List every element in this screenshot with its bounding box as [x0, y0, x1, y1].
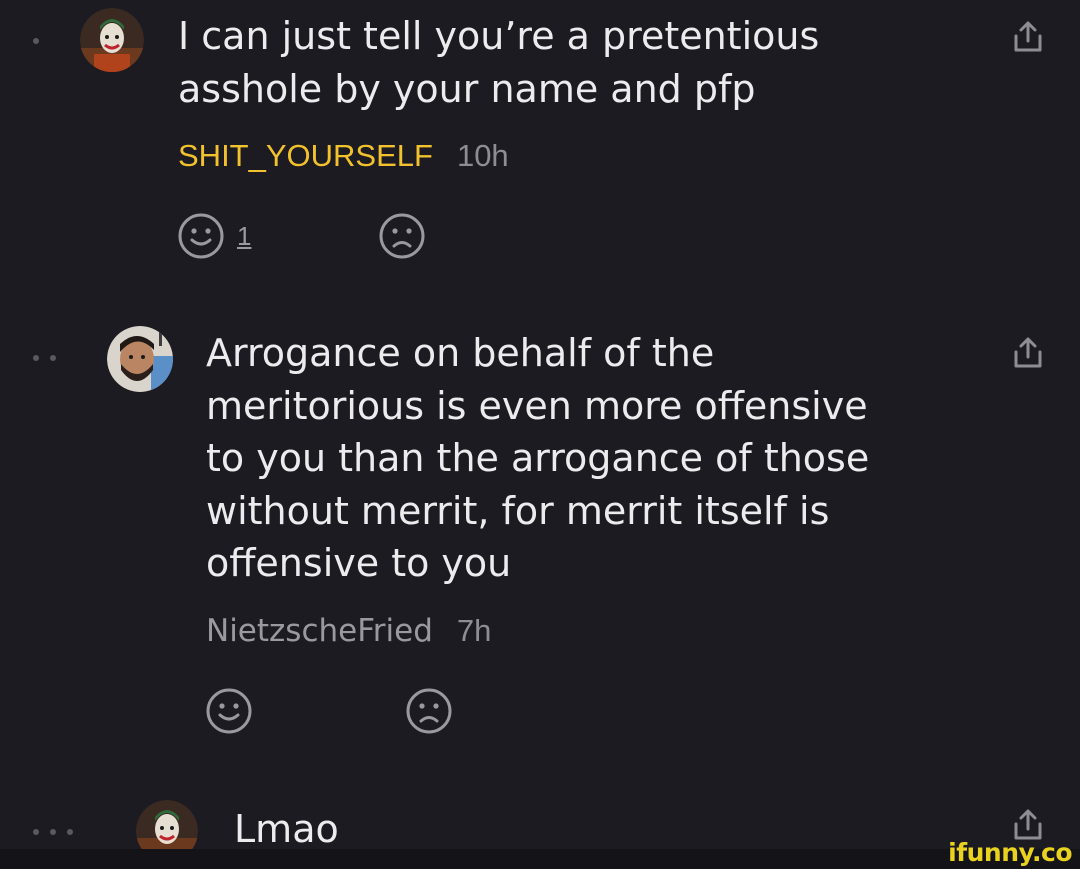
smile-icon: [206, 688, 252, 734]
frown-icon: [406, 688, 452, 734]
watermark-logo: ifunny.co: [948, 838, 1072, 867]
thread-depth-indicator: [33, 829, 73, 835]
thread-depth-indicator: [33, 38, 39, 44]
share-button[interactable]: [1011, 336, 1045, 374]
comment-thread: I can just tell you’re a pretentious ass…: [0, 0, 1080, 869]
comment-text: Arrogance on behalf of the meritorious i…: [206, 331, 870, 585]
frown-button[interactable]: [378, 212, 426, 260]
comment-time: 10h: [456, 138, 509, 173]
share-button[interactable]: [1011, 20, 1045, 58]
smile-icon: [178, 213, 224, 259]
comment-meta: NietzscheFried 7h: [206, 613, 491, 649]
frown-icon: [379, 213, 425, 259]
avatar-image: [80, 8, 144, 72]
avatar-image: [107, 326, 173, 392]
comment-author[interactable]: NietzscheFried: [206, 613, 433, 649]
smile-button[interactable]: [205, 687, 253, 735]
frown-button[interactable]: [405, 687, 453, 735]
comment-meta: SHIT_YOURSELF 10h: [178, 138, 509, 174]
bottom-bar: [0, 849, 1080, 869]
comment-text: I can just tell you’re a pretentious ass…: [178, 14, 820, 111]
avatar[interactable]: [107, 326, 173, 392]
smile-button[interactable]: 1: [177, 212, 251, 260]
comment-text: Lmao: [234, 807, 339, 851]
share-icon: [1014, 337, 1042, 368]
thread-depth-indicator: [33, 355, 56, 361]
smile-count[interactable]: 1: [237, 221, 251, 252]
avatar[interactable]: [80, 8, 144, 72]
share-icon: [1014, 809, 1042, 840]
share-icon: [1014, 21, 1042, 52]
comment-author[interactable]: SHIT_YOURSELF: [178, 138, 433, 174]
comment-time: 7h: [456, 613, 492, 648]
